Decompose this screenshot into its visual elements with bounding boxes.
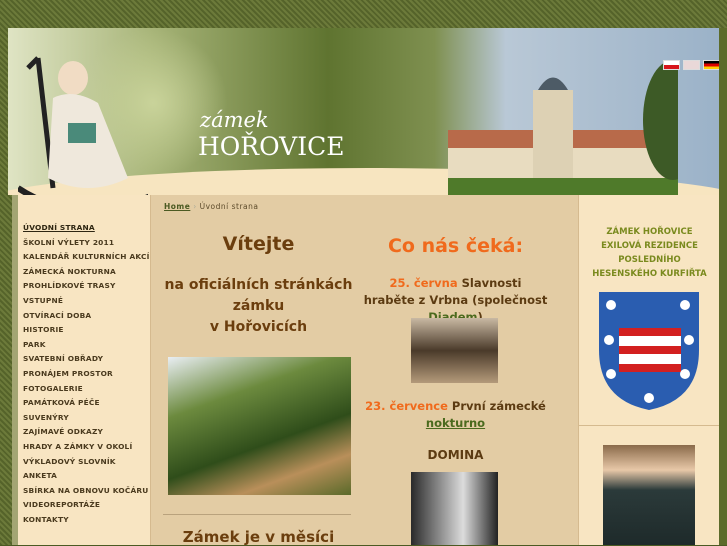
nokturno-link[interactable]: nokturno [426, 416, 485, 430]
sidebar-item[interactable]: ANKETA [23, 469, 150, 484]
language-flags [663, 60, 719, 70]
events-title: Co nás čeká: [387, 235, 524, 257]
divider [163, 514, 351, 515]
flag-german-icon[interactable] [703, 60, 719, 70]
site-header: zámek HOŘOVICE [8, 28, 719, 195]
sidebar-item[interactable]: PARK [23, 338, 150, 353]
sidebar-item[interactable]: PRONÁJEM PROSTOR [23, 367, 150, 382]
welcome-line: zámku [232, 298, 285, 314]
sidebar-item[interactable]: OTVÍRACÍ DOBA [23, 309, 150, 324]
sidebar-item[interactable]: PAMÁTKOVÁ PÉČE [23, 396, 150, 411]
flag-english-icon[interactable] [683, 60, 700, 70]
breadcrumb: Home › Úvodní strana [164, 202, 259, 211]
castle-tagline: ZÁMEK HOŘOVICE EXILOVÁ REZIDENCE POSLEDN… [579, 225, 720, 281]
sidebar-item[interactable]: FOTOGALERIE [23, 382, 150, 397]
main-content: Home › Úvodní strana Vítejte na oficiáln… [150, 195, 578, 546]
doll-rocking-chair-image [18, 56, 148, 195]
castle-park-photo[interactable] [168, 357, 351, 495]
sidebar-item[interactable]: KALENDÁŘ KULTURNÍCH AKCÍ [23, 250, 150, 265]
sidebar-item[interactable]: VSTUPNÉ [23, 294, 150, 309]
sidebar-item[interactable]: KONTAKTY [23, 513, 150, 528]
event-text: První zámecké [451, 399, 546, 413]
tagline-line: ZÁMEK HOŘOVICE [606, 227, 693, 237]
sidebar-item[interactable]: VIDEOREPORTÁŽE [23, 498, 150, 513]
castle-photo [448, 60, 678, 195]
site-logo[interactable]: zámek HOŘOVICE [198, 108, 344, 161]
tagline-line: POSLEDNÍHO [618, 255, 681, 265]
event-date: 25. června [389, 276, 458, 290]
divider [579, 425, 719, 426]
welcome-line: v Hořovicích [209, 319, 308, 335]
sidebar-item[interactable]: SVATEBNÍ OBŘADY [23, 352, 150, 367]
event-3-photo[interactable] [411, 472, 498, 545]
sidebar-item[interactable]: ŠKOLNÍ VÝLETY 2011 [23, 236, 150, 251]
right-column: ZÁMEK HOŘOVICE EXILOVÁ REZIDENCE POSLEDN… [578, 195, 719, 545]
sidebar-item[interactable]: VÝKLADOVÝ SLOVNÍK [23, 455, 150, 470]
logo-big: HOŘOVICE [198, 132, 345, 161]
breadcrumb-home-link[interactable]: Home [164, 202, 190, 211]
month-title: Zámek je v měsíci [182, 528, 335, 546]
hesse-coat-of-arms-image [599, 292, 699, 410]
sidebar-item[interactable]: ZAJÍMAVÉ ODKAZY [23, 425, 150, 440]
welcome-title: Vítejte [222, 233, 295, 255]
elector-portrait[interactable] [603, 445, 695, 545]
tagline-line: EXILOVÁ REZIDENCE [601, 241, 698, 251]
event-1-photo[interactable] [411, 318, 498, 383]
sidebar-nav: ÚVODNÍ STRANA ŠKOLNÍ VÝLETY 2011 KALENDÁŘ … [12, 195, 150, 545]
sidebar-item[interactable]: HRADY A ZÁMKY V OKOLÍ [23, 440, 150, 455]
sidebar-item[interactable]: PROHLÍDKOVÉ TRASY [23, 279, 150, 294]
sidebar-item[interactable]: HISTORIE [23, 323, 150, 338]
breadcrumb-current: Úvodní strana [199, 202, 259, 211]
right-border [719, 28, 727, 545]
sidebar-item[interactable]: ÚVODNÍ STRANA [23, 221, 150, 236]
logo-small: zámek [200, 108, 269, 132]
breadcrumb-separator-icon: › [193, 202, 197, 211]
sidebar-item[interactable]: SBÍRKA NA OBNOVU KOČÁRU [23, 484, 150, 499]
event-date: 23. července [365, 399, 448, 413]
flag-czech-icon[interactable] [663, 60, 680, 70]
sidebar-item[interactable]: ZÁMECKÁ NOKTURNA [23, 265, 150, 280]
sidebar-item[interactable]: SUVENÝRY [23, 411, 150, 426]
event-2: 23. července První zámecké nokturno [363, 398, 548, 432]
event-3-title: DOMINA [427, 448, 484, 462]
welcome-subtitle: na oficiálních stránkách zámku v Hořovic… [161, 275, 356, 338]
welcome-line: na oficiálních stránkách [164, 277, 353, 293]
tagline-line: HESENSKÉHO KURFIŘTA [592, 269, 707, 279]
